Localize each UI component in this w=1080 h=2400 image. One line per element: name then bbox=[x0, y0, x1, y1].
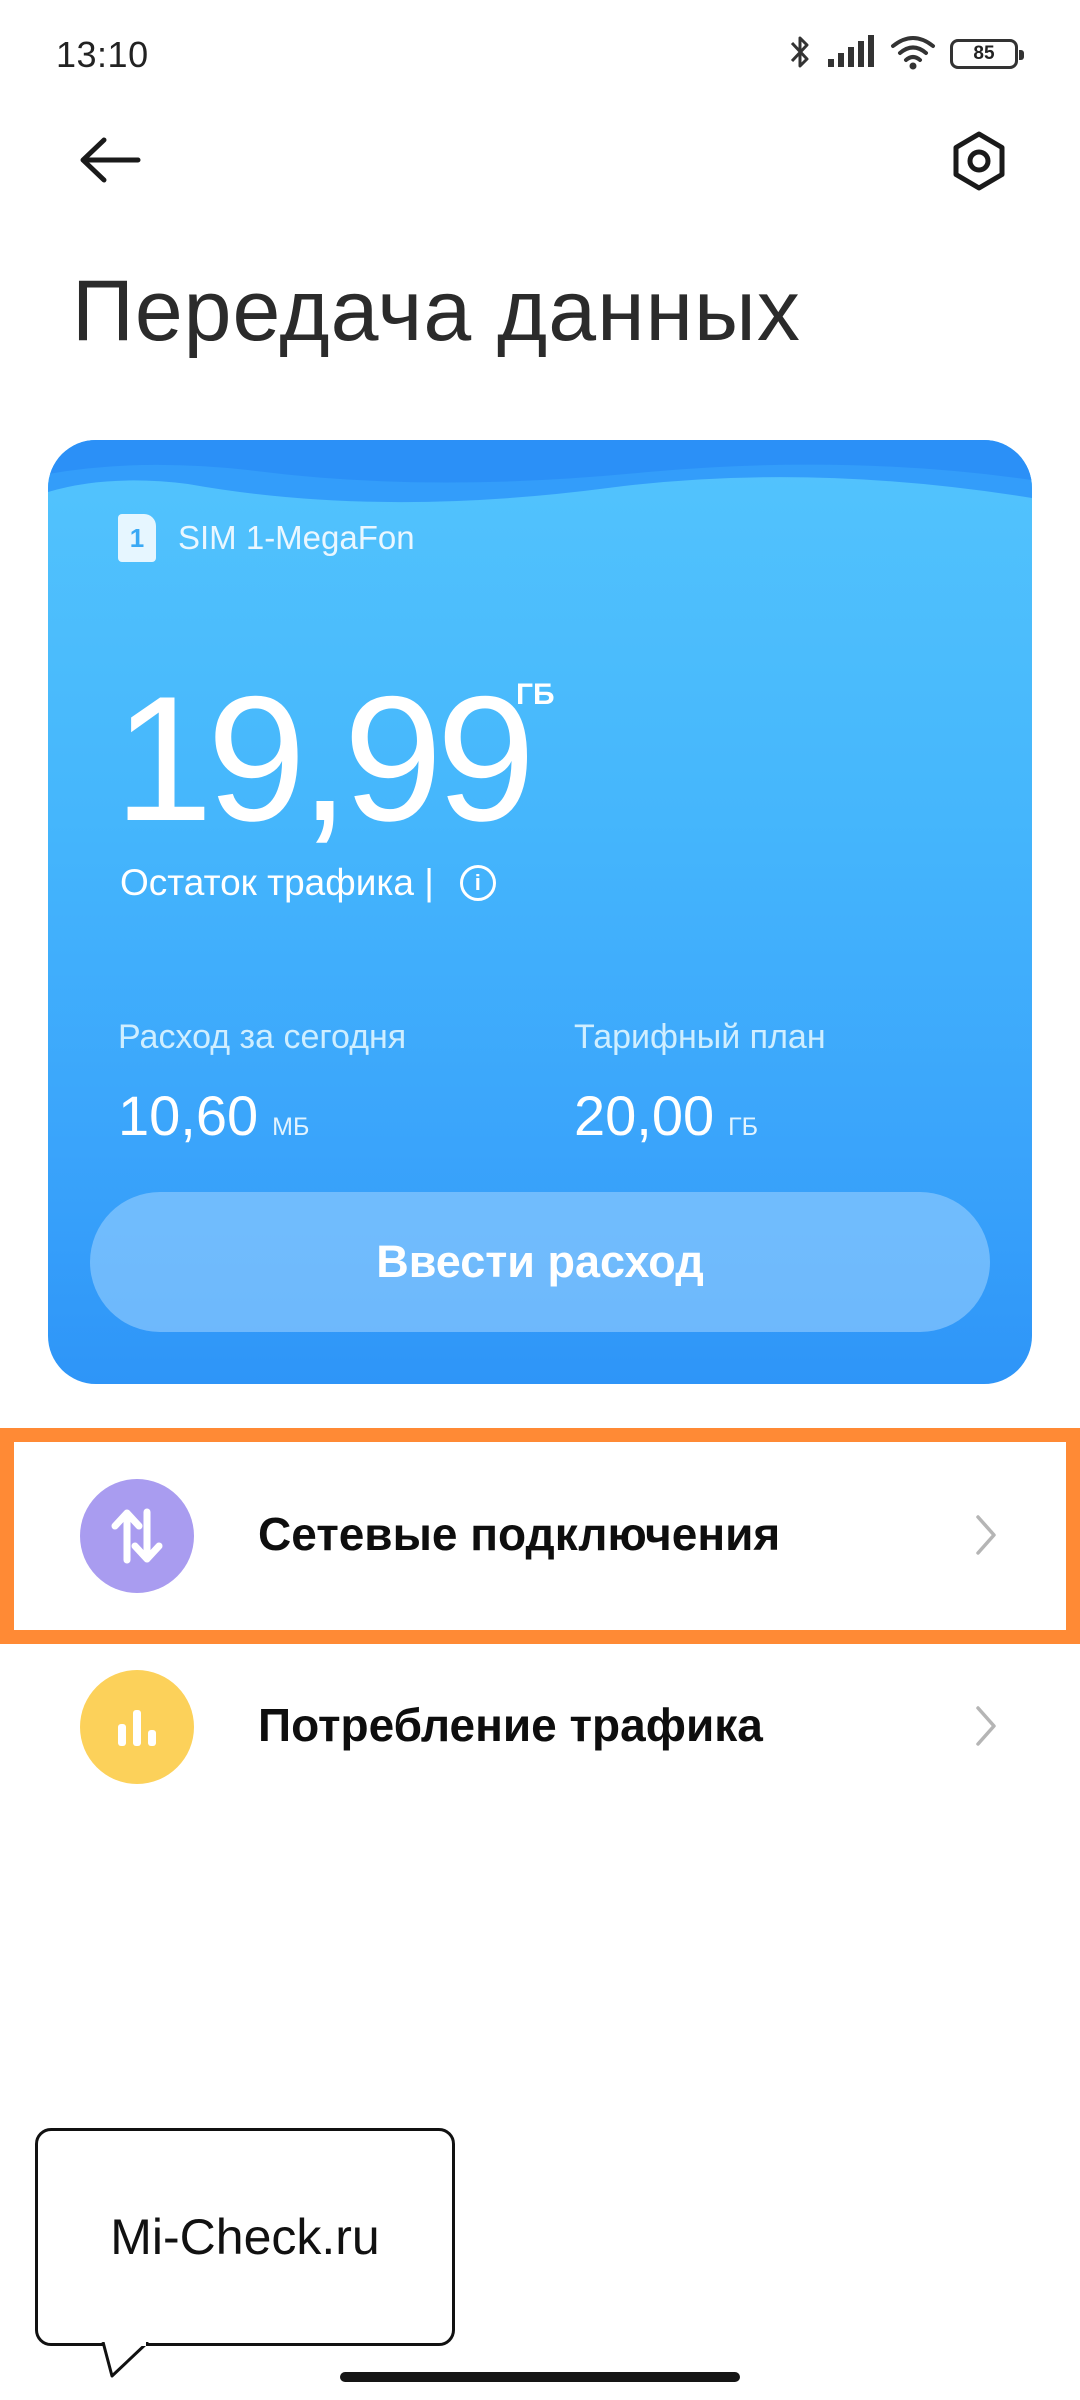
list-item-network-connections[interactable]: Сетевые подключения bbox=[0, 1443, 1080, 1629]
tariff-plan-value: 20,00 bbox=[574, 1084, 715, 1147]
wifi-icon bbox=[890, 34, 936, 75]
back-button[interactable] bbox=[70, 120, 150, 200]
today-usage: Расход за сегодня 10,60 МБ bbox=[118, 1018, 406, 1148]
chevron-right-icon bbox=[966, 1505, 1006, 1565]
sim-selector[interactable]: 1 SIM 1-MegaFon bbox=[118, 514, 415, 562]
arrows-up-down-icon bbox=[80, 1479, 194, 1593]
list-item-label: Потребление трафика bbox=[258, 1699, 763, 1751]
remaining-traffic-unit: ГБ bbox=[516, 678, 555, 711]
sim-card-icon: 1 bbox=[118, 514, 156, 562]
remaining-traffic-label-row: Остаток трафика | i bbox=[120, 862, 496, 904]
list-item-traffic-usage[interactable]: Потребление трафика bbox=[0, 1634, 1080, 1820]
today-usage-value: 10,60 bbox=[118, 1084, 259, 1147]
bluetooth-icon bbox=[788, 33, 812, 76]
bar-chart-icon bbox=[80, 1670, 194, 1784]
remaining-traffic-value: 19,99 bbox=[114, 659, 535, 858]
chevron-right-icon bbox=[966, 1696, 1006, 1756]
status-icons: 85 bbox=[788, 32, 1024, 76]
enter-usage-button[interactable]: Ввести расход bbox=[90, 1192, 990, 1332]
today-usage-unit: МБ bbox=[272, 1113, 310, 1141]
home-indicator[interactable] bbox=[340, 2372, 740, 2382]
tariff-plan-label: Тарифный план bbox=[574, 1018, 826, 1056]
data-usage-card: 1 SIM 1-MegaFon 19,99 ГБ Остаток трафика… bbox=[48, 440, 1032, 1384]
sim-name: SIM 1-MegaFon bbox=[178, 519, 415, 556]
tariff-plan-unit: ГБ bbox=[728, 1113, 759, 1141]
status-time: 13:10 bbox=[56, 34, 149, 75]
watermark-bubble-tail bbox=[101, 2342, 150, 2378]
battery-icon: 85 bbox=[950, 39, 1024, 69]
signal-icon bbox=[826, 34, 876, 74]
status-bar: 13:10 85 bbox=[0, 0, 1080, 110]
settings-button[interactable] bbox=[938, 120, 1020, 202]
list-item-label: Сетевые подключения bbox=[258, 1508, 781, 1560]
info-icon[interactable]: i bbox=[459, 865, 496, 901]
tariff-plan: Тарифный план 20,00 ГБ bbox=[574, 1018, 826, 1148]
watermark-bubble: Mi-Check.ru bbox=[35, 2128, 455, 2346]
arrow-left-icon bbox=[80, 137, 141, 183]
today-usage-label: Расход за сегодня bbox=[118, 1018, 407, 1056]
gear-icon bbox=[953, 131, 1005, 191]
remaining-traffic-label: Остаток трафика | bbox=[120, 862, 434, 903]
page-title: Передача данных bbox=[72, 263, 801, 359]
